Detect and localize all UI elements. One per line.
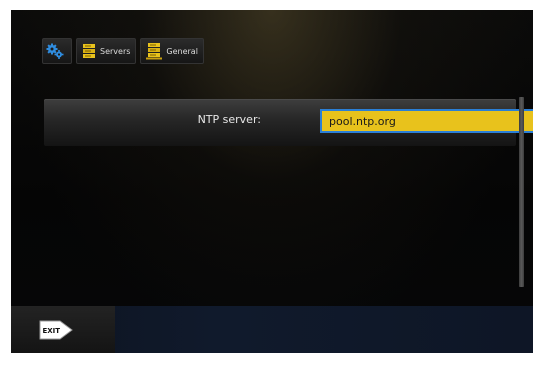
settings-gears-icon [46, 43, 64, 59]
exit-key-icon: EXIT [39, 320, 73, 340]
breadcrumb: Servers General [42, 38, 204, 64]
breadcrumb-servers[interactable]: Servers [76, 38, 137, 64]
scrollbar-thumb[interactable] [519, 97, 524, 287]
exit-label: EXIT [43, 327, 61, 335]
ntp-setting-row: NTP server: [44, 99, 533, 146]
screen: Servers General NTP server: pool.ntp.org… [11, 10, 533, 353]
exit-tile: EXIT [11, 306, 115, 353]
breadcrumb-servers-label: Servers [100, 46, 131, 56]
scrollbar[interactable] [519, 97, 524, 287]
breadcrumb-general[interactable]: General [140, 38, 204, 64]
server-icon [82, 43, 96, 59]
footer-bar: EXIT [11, 306, 533, 353]
server-icon [146, 42, 163, 60]
breadcrumb-settings[interactable] [42, 38, 72, 64]
breadcrumb-general-label: General [166, 46, 198, 56]
exit-button[interactable]: EXIT [38, 319, 76, 341]
ntp-server-input[interactable] [320, 109, 533, 133]
ntp-server-label: NTP server: [197, 113, 261, 126]
